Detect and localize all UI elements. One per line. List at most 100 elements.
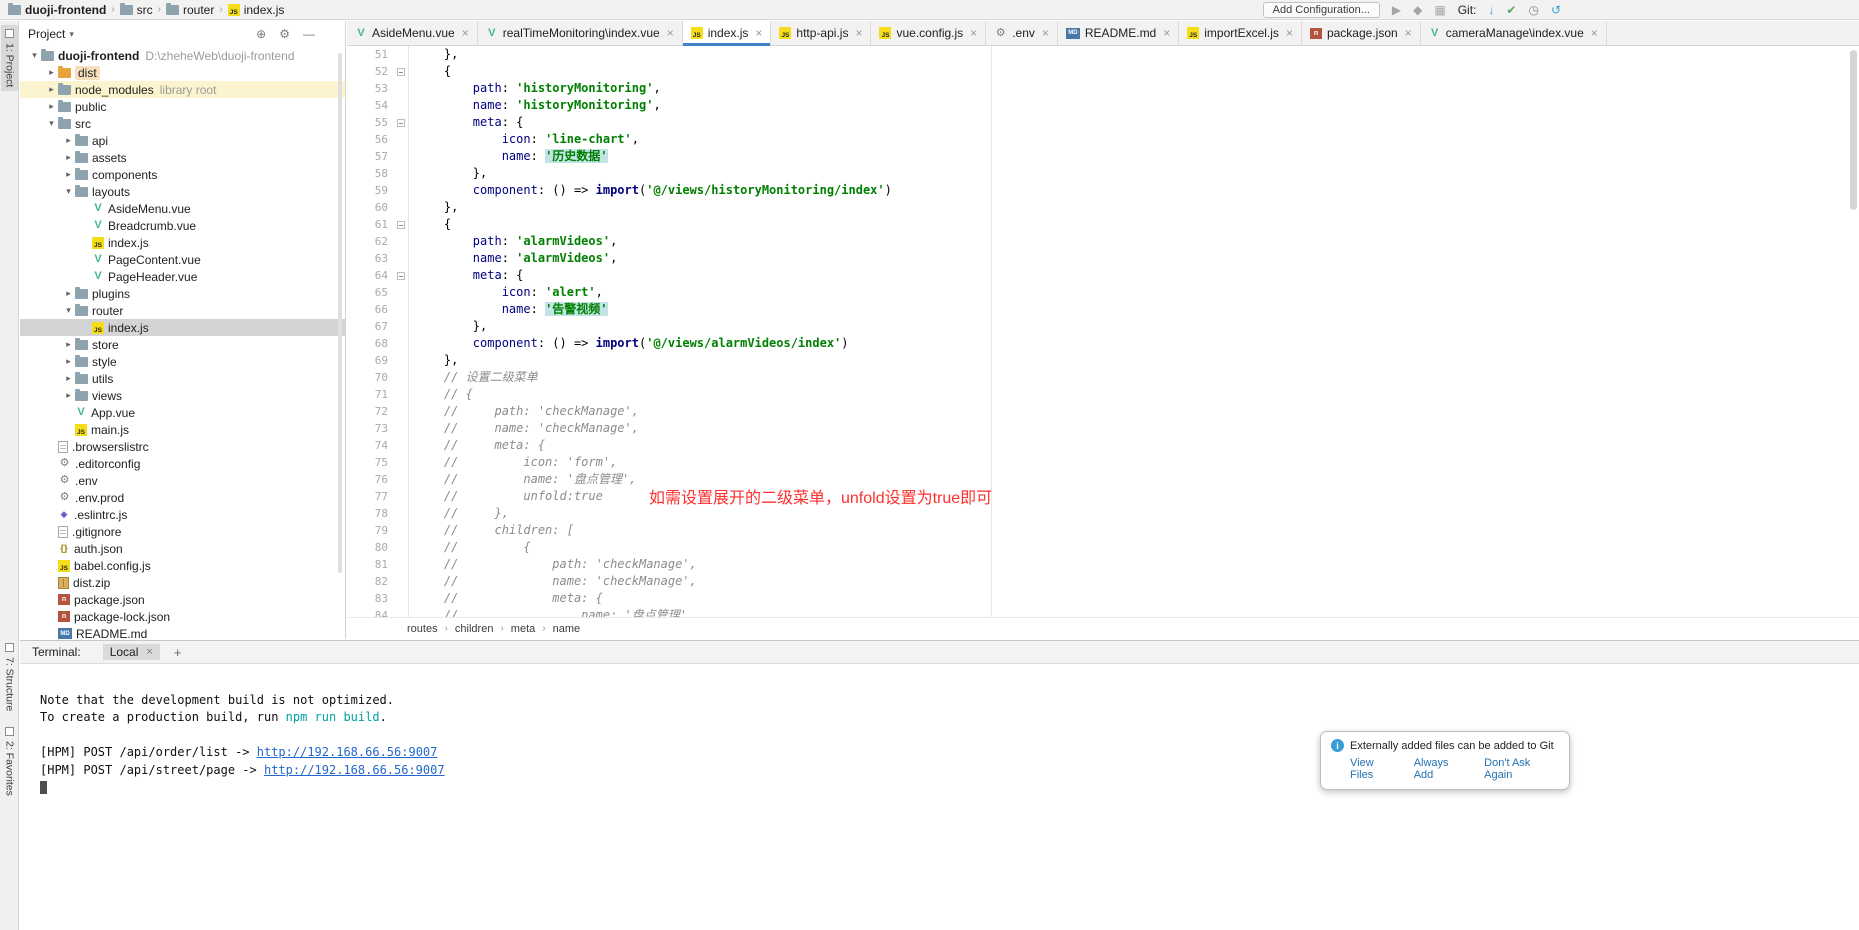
- project-scrollbar[interactable]: [338, 53, 342, 573]
- tab-close-icon[interactable]: ×: [1042, 26, 1049, 40]
- coverage-icon[interactable]: ▦: [1434, 4, 1445, 16]
- tree-item[interactable]: ▸public: [20, 98, 345, 115]
- tree-item[interactable]: VPageHeader.vue: [20, 268, 345, 285]
- tree-item[interactable]: ▾duoji-frontendD:\zheheWeb\duoji-fronten…: [20, 47, 345, 64]
- chevron-down-icon[interactable]: ▾: [62, 305, 75, 316]
- tree-item[interactable]: MDREADME.md: [20, 625, 345, 639]
- tree-item[interactable]: VApp.vue: [20, 404, 345, 421]
- git-commit-icon[interactable]: ✔: [1506, 4, 1516, 16]
- editor-gutter[interactable]: 76: [347, 471, 409, 488]
- editor-breadcrumb-item[interactable]: routes: [407, 623, 438, 635]
- chevron-right-icon[interactable]: ▸: [62, 288, 75, 299]
- editor-gutter[interactable]: 59: [347, 182, 409, 199]
- notification-action[interactable]: Always Add: [1414, 757, 1469, 781]
- stripe-button-project[interactable]: 1: Project: [1, 25, 18, 91]
- new-terminal-icon[interactable]: +: [174, 645, 182, 660]
- tree-item[interactable]: ▸plugins: [20, 285, 345, 302]
- editor-gutter[interactable]: 67: [347, 318, 409, 335]
- tab-close-icon[interactable]: ×: [1405, 26, 1412, 40]
- settings-icon[interactable]: ⚙: [279, 27, 290, 41]
- editor-gutter[interactable]: 53: [347, 80, 409, 97]
- hide-icon[interactable]: —: [303, 27, 315, 41]
- tree-item[interactable]: ◆.eslintrc.js: [20, 506, 345, 523]
- tree-item[interactable]: ▸assets: [20, 149, 345, 166]
- chevron-right-icon[interactable]: ▸: [45, 67, 58, 78]
- editor-scrollbar[interactable]: [1850, 50, 1857, 210]
- editor-gutter[interactable]: 75: [347, 454, 409, 471]
- editor-gutter[interactable]: 71: [347, 386, 409, 403]
- editor-gutter[interactable]: 58: [347, 165, 409, 182]
- run-icon[interactable]: ▶: [1392, 4, 1401, 16]
- history-icon[interactable]: ◷: [1528, 4, 1538, 16]
- chevron-right-icon[interactable]: ▸: [62, 152, 75, 163]
- tree-item[interactable]: ⚙.editorconfig: [20, 455, 345, 472]
- terminal-link[interactable]: http://192.168.66.56:9007: [264, 763, 445, 777]
- tab-close-icon[interactable]: ×: [667, 26, 674, 40]
- editor-tab[interactable]: JSvue.config.js×: [871, 21, 986, 45]
- tree-item[interactable]: .browserslistrc: [20, 438, 345, 455]
- editor-tab[interactable]: npackage.json×: [1302, 21, 1421, 45]
- editor-tab[interactable]: VcameraManage\index.vue×: [1421, 21, 1607, 45]
- chevron-right-icon[interactable]: ▸: [45, 101, 58, 112]
- tree-item[interactable]: ⚙.env: [20, 472, 345, 489]
- tab-close-icon[interactable]: ×: [970, 26, 977, 40]
- tree-item[interactable]: dist.zip: [20, 574, 345, 591]
- editor-gutter[interactable]: 56: [347, 131, 409, 148]
- terminal-tab-local[interactable]: Local ×: [103, 644, 160, 660]
- editor-gutter[interactable]: 60: [347, 199, 409, 216]
- stripe-button-favorites[interactable]: 2: Favorites: [1, 723, 18, 800]
- editor-breadcrumb-item[interactable]: name: [553, 623, 581, 635]
- editor-gutter[interactable]: 74: [347, 437, 409, 454]
- editor-tab[interactable]: JSindex.js×: [683, 21, 772, 45]
- editor-tab[interactable]: ⚙.env×: [986, 21, 1058, 45]
- breadcrumb-item[interactable]: router: [164, 3, 216, 17]
- terminal-link[interactable]: http://192.168.66.56:9007: [257, 745, 438, 759]
- editor-gutter[interactable]: 79: [347, 522, 409, 539]
- tree-item[interactable]: ▸node_moduleslibrary root: [20, 81, 345, 98]
- editor-gutter[interactable]: 55: [347, 114, 409, 131]
- tree-item[interactable]: ▸api: [20, 132, 345, 149]
- project-view-selector[interactable]: Project ▾: [28, 27, 74, 41]
- chevron-right-icon[interactable]: ▸: [62, 339, 75, 350]
- breadcrumb-item[interactable]: duoji-frontend: [6, 3, 108, 17]
- editor-gutter[interactable]: 65: [347, 284, 409, 301]
- chevron-down-icon[interactable]: ▾: [62, 186, 75, 197]
- tree-item[interactable]: VPageContent.vue: [20, 251, 345, 268]
- editor-breadcrumb-item[interactable]: children: [455, 623, 494, 635]
- editor-tab[interactable]: VrealTimeMonitoring\index.vue×: [478, 21, 683, 45]
- editor-gutter[interactable]: 81: [347, 556, 409, 573]
- tree-item[interactable]: ▸dist: [20, 64, 345, 81]
- add-configuration-button[interactable]: Add Configuration...: [1263, 2, 1380, 18]
- terminal-output[interactable]: Note that the development build is not o…: [20, 664, 1859, 797]
- tree-item[interactable]: VBreadcrumb.vue: [20, 217, 345, 234]
- tree-item[interactable]: ▸components: [20, 166, 345, 183]
- breadcrumb-item[interactable]: JSindex.js: [226, 3, 287, 17]
- tree-item[interactable]: JSbabel.config.js: [20, 557, 345, 574]
- editor-tab[interactable]: MDREADME.md×: [1058, 21, 1179, 45]
- editor-tab[interactable]: VAsideMenu.vue×: [347, 21, 478, 45]
- chevron-right-icon[interactable]: ▸: [62, 169, 75, 180]
- tab-close-icon[interactable]: ×: [1591, 26, 1598, 40]
- tree-item[interactable]: npackage-lock.json: [20, 608, 345, 625]
- editor-tab[interactable]: JSimportExcel.js×: [1179, 21, 1302, 45]
- chevron-right-icon[interactable]: ▸: [62, 135, 75, 146]
- editor-gutter[interactable]: 70: [347, 369, 409, 386]
- chevron-right-icon[interactable]: ▸: [62, 373, 75, 384]
- tree-item[interactable]: ▸views: [20, 387, 345, 404]
- editor-gutter[interactable]: 82: [347, 573, 409, 590]
- tree-item[interactable]: npackage.json: [20, 591, 345, 608]
- tab-close-icon[interactable]: ×: [855, 26, 862, 40]
- notification-action[interactable]: Don't Ask Again: [1484, 757, 1559, 781]
- editor-gutter[interactable]: 73: [347, 420, 409, 437]
- undo-icon[interactable]: ↺: [1551, 4, 1561, 16]
- editor-gutter[interactable]: 68: [347, 335, 409, 352]
- notification-action[interactable]: View Files: [1350, 757, 1399, 781]
- editor-gutter[interactable]: 61: [347, 216, 409, 233]
- editor-gutter[interactable]: 83: [347, 590, 409, 607]
- editor-gutter[interactable]: 69: [347, 352, 409, 369]
- tree-item[interactable]: ▸store: [20, 336, 345, 353]
- tree-item[interactable]: ▸style: [20, 353, 345, 370]
- editor-gutter[interactable]: 57: [347, 148, 409, 165]
- tree-item[interactable]: VAsideMenu.vue: [20, 200, 345, 217]
- chevron-right-icon[interactable]: ▸: [62, 356, 75, 367]
